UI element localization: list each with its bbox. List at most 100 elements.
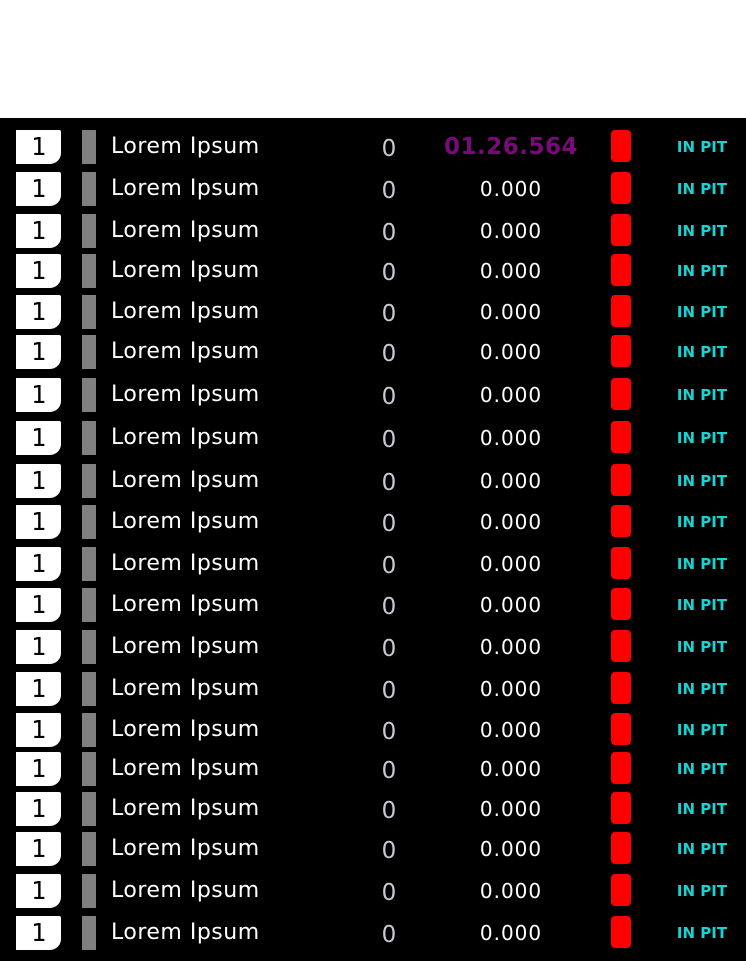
position-badge: 1: [16, 464, 61, 498]
tyre-indicator: [611, 254, 631, 286]
team-color-bar: [82, 588, 96, 622]
laps-count: 0: [381, 636, 397, 662]
laps-count: 0: [381, 220, 397, 246]
driver-name: Lorem Ipsum: [111, 920, 260, 945]
leaderboard-row: 1 Lorem Ipsum 0 0.000 IN PIT: [0, 253, 746, 294]
team-color-bar: [82, 547, 96, 581]
driver-name: Lorem Ipsum: [111, 592, 260, 617]
leaderboard-row: 1 Lorem Ipsum 0 0.000 IN PIT: [0, 712, 746, 753]
lap-time: 0.000: [479, 635, 543, 659]
pit-status: IN PIT: [676, 760, 728, 778]
laps-count: 0: [381, 880, 397, 906]
position-badge: 1: [16, 832, 61, 866]
driver-name: Lorem Ipsum: [111, 339, 260, 364]
team-color-bar: [82, 630, 96, 664]
leaderboard-row: 1 Lorem Ipsum 0 0.000 IN PIT: [0, 213, 746, 254]
tyre-indicator: [611, 335, 631, 367]
position-badge: 1: [16, 421, 61, 455]
tyre-indicator: [611, 295, 631, 327]
leaderboard-row: 1 Lorem Ipsum 0 0.000 IN PIT: [0, 546, 746, 587]
leaderboard-row: 1 Lorem Ipsum 0 0.000 IN PIT: [0, 587, 746, 628]
position-badge: 1: [16, 874, 61, 908]
lap-time: 0.000: [479, 593, 543, 617]
tyre-indicator: [611, 421, 631, 453]
lap-time: 0.000: [479, 177, 543, 201]
tyre-indicator: [611, 630, 631, 662]
driver-name: Lorem Ipsum: [111, 551, 260, 576]
leaderboard-row: 1 Lorem Ipsum 0 0.000 IN PIT: [0, 751, 746, 792]
laps-count: 0: [381, 470, 397, 496]
team-color-bar: [82, 378, 96, 412]
team-color-bar: [82, 874, 96, 908]
team-color-bar: [82, 505, 96, 539]
driver-name: Lorem Ipsum: [111, 676, 260, 701]
position-badge: 1: [16, 916, 61, 950]
tyre-indicator: [611, 874, 631, 906]
driver-name: Lorem Ipsum: [111, 634, 260, 659]
tyre-indicator: [611, 464, 631, 496]
position-badge: 1: [16, 254, 61, 288]
leaderboard-row: 1 Lorem Ipsum 0 0.000 IN PIT: [0, 377, 746, 418]
lap-time: 0.000: [479, 677, 543, 701]
leaderboard-row: 1 Lorem Ipsum 0 0.000 IN PIT: [0, 294, 746, 335]
tyre-indicator: [611, 713, 631, 745]
tyre-indicator: [611, 672, 631, 704]
team-color-bar: [82, 295, 96, 329]
laps-count: 0: [381, 136, 397, 162]
driver-name: Lorem Ipsum: [111, 796, 260, 821]
driver-name: Lorem Ipsum: [111, 878, 260, 903]
lap-time: 0.000: [479, 718, 543, 742]
driver-name: Lorem Ipsum: [111, 468, 260, 493]
team-color-bar: [82, 172, 96, 206]
driver-name: Lorem Ipsum: [111, 836, 260, 861]
pit-status: IN PIT: [676, 262, 728, 280]
leaderboard-row: 1 Lorem Ipsum 0 0.000 IN PIT: [0, 915, 746, 956]
position-badge: 1: [16, 588, 61, 622]
leaderboard-row: 1 Lorem Ipsum 0 01.26.564 IN PIT: [0, 129, 746, 170]
pit-status: IN PIT: [676, 638, 728, 656]
pit-status: IN PIT: [676, 386, 728, 404]
laps-count: 0: [381, 301, 397, 327]
leaderboard-row: 1 Lorem Ipsum 0 0.000 IN PIT: [0, 504, 746, 545]
position-badge: 1: [16, 335, 61, 369]
tyre-indicator: [611, 214, 631, 246]
pit-status: IN PIT: [676, 800, 728, 818]
driver-name: Lorem Ipsum: [111, 134, 260, 159]
laps-count: 0: [381, 178, 397, 204]
pit-status: IN PIT: [676, 513, 728, 531]
pit-status: IN PIT: [676, 721, 728, 739]
driver-name: Lorem Ipsum: [111, 756, 260, 781]
laps-count: 0: [381, 758, 397, 784]
tyre-indicator: [611, 172, 631, 204]
lap-time: 0.000: [479, 469, 543, 493]
position-badge: 1: [16, 505, 61, 539]
lap-time: 0.000: [479, 797, 543, 821]
laps-count: 0: [381, 553, 397, 579]
tyre-indicator: [611, 916, 631, 948]
position-badge: 1: [16, 547, 61, 581]
leaderboard-row: 1 Lorem Ipsum 0 0.000 IN PIT: [0, 791, 746, 832]
team-color-bar: [82, 713, 96, 747]
lap-time: 0.000: [479, 426, 543, 450]
pit-status: IN PIT: [676, 840, 728, 858]
position-badge: 1: [16, 713, 61, 747]
laps-count: 0: [381, 511, 397, 537]
pit-status: IN PIT: [676, 555, 728, 573]
position-badge: 1: [16, 172, 61, 206]
lap-time: 0.000: [479, 837, 543, 861]
position-badge: 1: [16, 792, 61, 826]
leaderboard-row: 1 Lorem Ipsum 0 0.000 IN PIT: [0, 420, 746, 461]
laps-count: 0: [381, 922, 397, 948]
laps-count: 0: [381, 838, 397, 864]
driver-name: Lorem Ipsum: [111, 176, 260, 201]
pit-status: IN PIT: [676, 303, 728, 321]
leaderboard-row: 1 Lorem Ipsum 0 0.000 IN PIT: [0, 334, 746, 375]
lap-time: 0.000: [479, 757, 543, 781]
driver-name: Lorem Ipsum: [111, 258, 260, 283]
pit-status: IN PIT: [676, 222, 728, 240]
lap-time: 0.000: [479, 340, 543, 364]
position-badge: 1: [16, 752, 61, 786]
team-color-bar: [82, 421, 96, 455]
laps-count: 0: [381, 427, 397, 453]
leaderboard-row: 1 Lorem Ipsum 0 0.000 IN PIT: [0, 629, 746, 670]
